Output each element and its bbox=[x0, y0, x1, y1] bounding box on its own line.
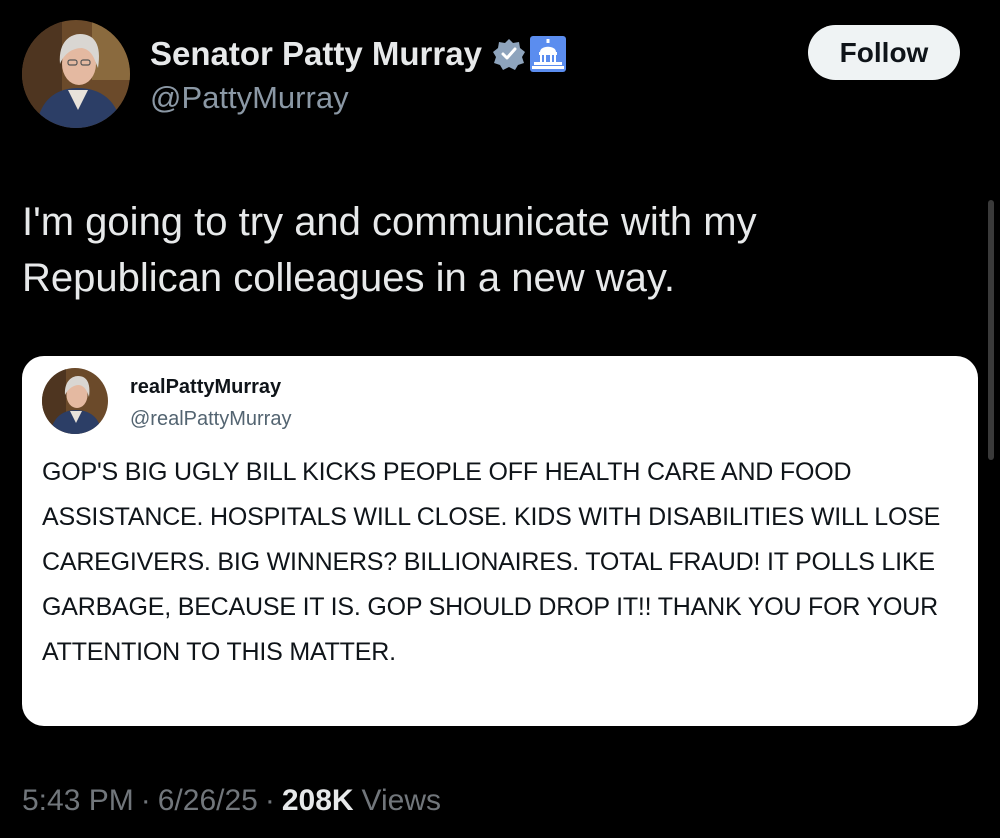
scrollbar[interactable] bbox=[988, 200, 994, 460]
quote-author-name[interactable]: realPattyMurray bbox=[130, 376, 281, 399]
quote-author-handle[interactable]: @realPattyMurray bbox=[130, 408, 291, 431]
author-handle[interactable]: @PattyMurray bbox=[150, 80, 349, 116]
follow-button[interactable]: Follow bbox=[808, 25, 960, 80]
quote-text: GOP'S BIG UGLY BILL KICKS PEOPLE OFF HEA… bbox=[42, 458, 941, 666]
tweet-date[interactable]: 6/26/25 bbox=[158, 784, 258, 818]
verified-badge-icon[interactable] bbox=[492, 37, 526, 71]
author-name[interactable]: Senator Patty Murray bbox=[150, 35, 482, 73]
views-label: Views bbox=[361, 784, 442, 817]
author-name-row[interactable]: Senator Patty Murray bbox=[150, 30, 566, 78]
view-count[interactable]: 208K bbox=[282, 784, 354, 818]
quoted-tweet-card[interactable]: realPattyMurray @realPattyMurray GOP'S B… bbox=[22, 356, 978, 726]
quote-avatar[interactable] bbox=[42, 368, 108, 434]
avatar[interactable] bbox=[22, 20, 130, 128]
meta-separator: · bbox=[140, 784, 151, 817]
capitol-building-icon[interactable] bbox=[529, 36, 566, 72]
tweet-time[interactable]: 5:43 PM bbox=[22, 784, 134, 818]
tweet-text: I'm going to try and communicate with my… bbox=[22, 200, 757, 300]
meta-separator: · bbox=[264, 784, 275, 817]
tweet-metadata: 5:43 PM · 6/26/25 · 208K Views bbox=[22, 784, 441, 818]
